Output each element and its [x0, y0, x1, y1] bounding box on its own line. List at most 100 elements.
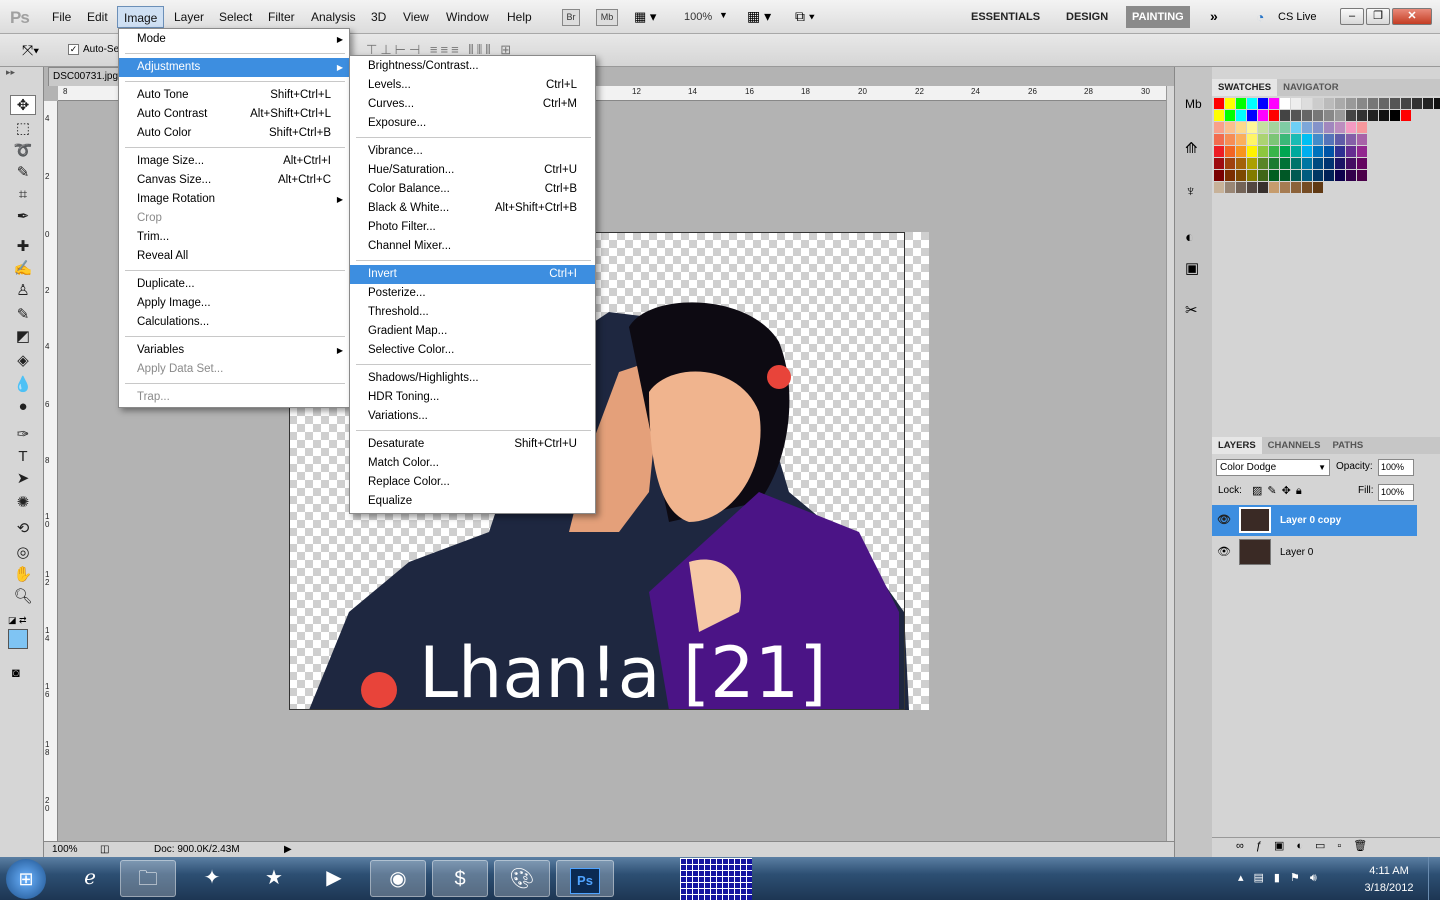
lock-icons[interactable]: ▨✎✥🔒︎ — [1252, 484, 1307, 498]
color-swatch[interactable] — [1214, 134, 1224, 145]
color-swatch[interactable] — [1357, 98, 1367, 109]
menu-edit[interactable]: Edit — [81, 6, 114, 28]
color-swatch[interactable] — [1434, 98, 1440, 109]
color-swatch[interactable] — [1302, 182, 1312, 193]
color-swatch[interactable] — [1346, 110, 1356, 121]
menu-item-calculations[interactable]: Calculations... — [119, 313, 349, 332]
color-swatch[interactable] — [1313, 134, 1323, 145]
workspace-painting[interactable]: PAINTING — [1126, 6, 1190, 28]
color-swatch[interactable] — [1247, 134, 1257, 145]
color-swatch[interactable] — [1390, 98, 1400, 109]
color-swatch[interactable] — [1401, 98, 1411, 109]
tray-icons[interactable]: ▴▤▮⚑🔊︎ — [1238, 871, 1327, 885]
clock-time[interactable]: 4:11 AM — [1356, 865, 1422, 877]
color-swatch[interactable] — [1335, 170, 1345, 181]
color-swatch[interactable] — [1247, 158, 1257, 169]
color-swatch[interactable] — [1236, 110, 1246, 121]
color-swatch[interactable] — [1236, 182, 1246, 193]
actions-panel-icon[interactable]: ♆ — [1185, 183, 1196, 200]
color-swatch[interactable] — [1269, 98, 1279, 109]
menu-view[interactable]: View — [397, 6, 435, 28]
shape-tool-icon[interactable]: ✺ — [10, 493, 36, 513]
color-swatch[interactable] — [1357, 110, 1367, 121]
eraser-tool-icon[interactable]: ◩ — [10, 327, 36, 347]
crop-tool-icon[interactable]: ⌗ — [10, 185, 36, 205]
layers-footer-icons[interactable]: ∞ƒ▣◐▭▫🗑︎ — [1212, 837, 1440, 855]
paint-icon[interactable]: 🎨︎ — [494, 860, 550, 897]
color-swatch[interactable] — [1258, 182, 1268, 193]
photoshop-taskbar-icon[interactable]: Ps — [556, 860, 614, 897]
menu-item-adjustments[interactable]: Adjustments ▶ — [119, 58, 349, 77]
zoom-dropdown-icon[interactable]: ▼ — [719, 10, 728, 20]
view-extras-icon[interactable]: ▦ ▾ — [634, 9, 656, 25]
color-swatch[interactable] — [1247, 110, 1257, 121]
document-tab[interactable]: DSC00731.jpg — [48, 67, 122, 86]
zoom-tool-icon[interactable]: 🔍︎ — [10, 587, 36, 607]
color-swatch[interactable] — [1214, 146, 1224, 157]
file-explorer-icon[interactable]: 🗀 — [120, 860, 176, 897]
menu-item-canvas-size[interactable]: Canvas Size... Alt+Ctrl+C — [119, 171, 349, 190]
default-colors-icon[interactable]: ◪ ⇄ — [8, 615, 27, 626]
color-swatch[interactable] — [1280, 170, 1290, 181]
visibility-eye-icon[interactable]: 👁︎ — [1217, 537, 1231, 568]
blur-tool-icon[interactable]: 💧 — [10, 375, 36, 395]
color-swatch[interactable] — [1324, 170, 1334, 181]
money-app-icon[interactable]: $ — [432, 860, 488, 897]
color-swatch[interactable] — [1313, 98, 1323, 109]
menu-3d[interactable]: 3D — [365, 6, 392, 28]
color-swatch[interactable] — [1258, 110, 1268, 121]
quick-select-tool-icon[interactable]: ✎ — [10, 163, 36, 183]
blend-mode-select[interactable]: Color Dodge ▼ — [1216, 459, 1330, 476]
color-swatch[interactable] — [1313, 158, 1323, 169]
tool-presets-icon[interactable]: ✂ — [1185, 301, 1198, 319]
color-swatch[interactable] — [1280, 146, 1290, 157]
color-swatch[interactable] — [1269, 110, 1279, 121]
eyedropper-tool-icon[interactable]: ✒ — [10, 207, 36, 227]
color-swatch[interactable] — [1313, 182, 1323, 193]
color-swatch[interactable] — [1324, 134, 1334, 145]
color-swatch[interactable] — [1357, 122, 1367, 133]
color-swatch[interactable] — [1291, 146, 1301, 157]
color-swatch[interactable] — [1269, 158, 1279, 169]
swatch-grid[interactable] — [1214, 98, 1440, 198]
color-swatch[interactable] — [1302, 158, 1312, 169]
quick-mask-icon[interactable]: ◙ — [12, 665, 20, 680]
app-icon-1[interactable]: ✦ — [184, 860, 240, 897]
color-swatch[interactable] — [1214, 158, 1224, 169]
menu-item-hdr-toning[interactable]: HDR Toning... — [350, 388, 595, 407]
menu-item-variations[interactable]: Variations... — [350, 407, 595, 426]
media-player-icon[interactable]: ▶ — [306, 860, 362, 897]
color-swatch[interactable] — [1280, 110, 1290, 121]
menu-item-auto-tone[interactable]: Auto Tone Shift+Ctrl+L — [119, 86, 349, 105]
menu-item-variables[interactable]: Variables ▶ — [119, 341, 349, 360]
clone-stamp-tool-icon[interactable]: ♙ — [10, 281, 36, 301]
color-swatch[interactable] — [1313, 146, 1323, 157]
color-swatch[interactable] — [1258, 134, 1268, 145]
menu-analysis[interactable]: Analysis — [305, 6, 362, 28]
color-swatch[interactable] — [1368, 98, 1378, 109]
menu-item-equalize[interactable]: Equalize — [350, 492, 595, 511]
menu-item-posterize[interactable]: Posterize... — [350, 284, 595, 303]
brush-tool-icon[interactable]: ✍ — [10, 259, 36, 279]
color-swatch[interactable] — [1401, 110, 1411, 121]
color-swatch[interactable] — [1236, 134, 1246, 145]
color-swatch[interactable] — [1214, 98, 1224, 109]
menu-filter[interactable]: Filter — [262, 6, 301, 28]
3d-orbit-tool-icon[interactable]: ◎ — [10, 543, 36, 563]
visibility-eye-icon[interactable]: 👁︎ — [1217, 505, 1231, 536]
color-swatch[interactable] — [1335, 158, 1345, 169]
minimize-button[interactable]: – — [1340, 8, 1364, 25]
type-tool-icon[interactable]: T — [10, 447, 36, 467]
menu-item-image-size[interactable]: Image Size... Alt+Ctrl+I — [119, 152, 349, 171]
menu-item-auto-contrast[interactable]: Auto Contrast Alt+Shift+Ctrl+L — [119, 105, 349, 124]
color-swatch[interactable] — [1390, 110, 1400, 121]
pen-tool-icon[interactable]: ✑ — [10, 425, 36, 445]
color-swatch[interactable] — [1346, 98, 1356, 109]
restore-button[interactable]: ❐ — [1366, 8, 1390, 25]
color-swatch[interactable] — [1335, 98, 1345, 109]
color-swatch[interactable] — [1258, 122, 1268, 133]
color-swatch[interactable] — [1214, 110, 1224, 121]
color-swatch[interactable] — [1225, 158, 1235, 169]
color-swatch[interactable] — [1346, 122, 1356, 133]
color-swatch[interactable] — [1236, 158, 1246, 169]
